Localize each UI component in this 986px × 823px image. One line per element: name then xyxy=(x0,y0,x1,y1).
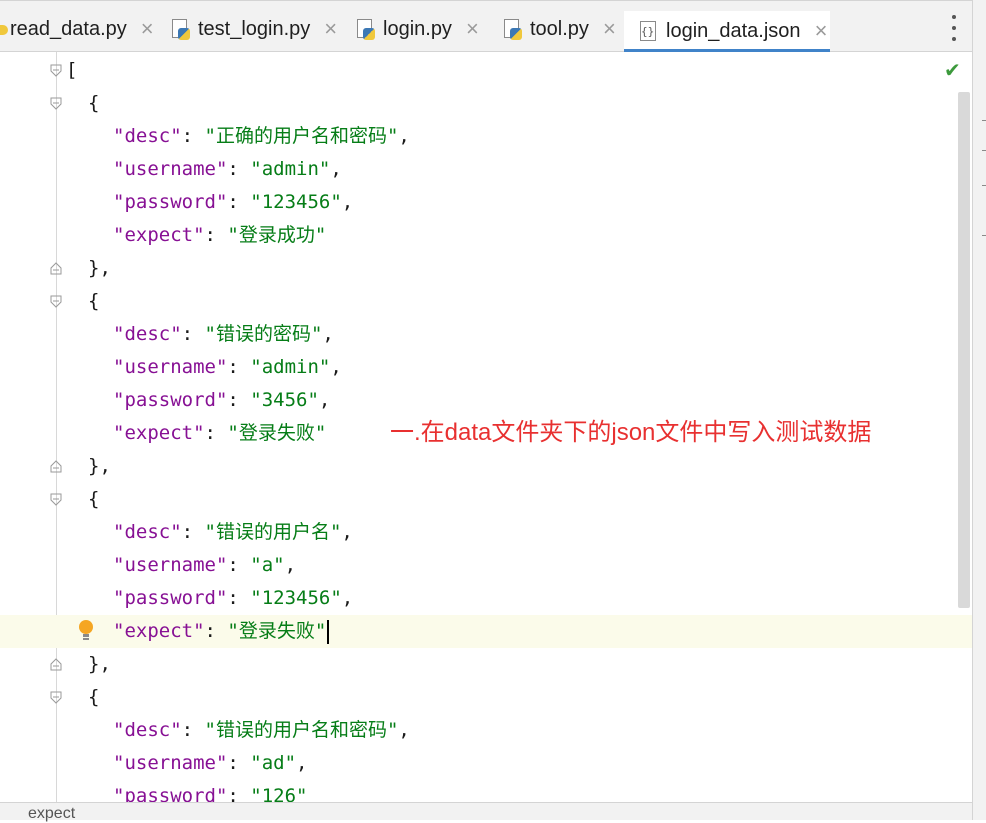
code-line: { xyxy=(0,681,972,714)
code-line: { xyxy=(0,483,972,516)
fold-close-icon[interactable] xyxy=(50,658,62,671)
code-line: "desc": "错误的用户名", xyxy=(113,521,353,543)
close-icon[interactable]: × xyxy=(141,18,154,40)
close-icon[interactable]: × xyxy=(324,18,337,40)
code-line: "expect": "登录成功" xyxy=(113,224,327,246)
code-line: }, xyxy=(0,648,972,681)
fold-open-icon[interactable] xyxy=(50,64,62,77)
code-line: { xyxy=(0,87,972,120)
fold-open-icon[interactable] xyxy=(50,493,62,506)
tab-login-data-json[interactable]: {} login_data.json × xyxy=(624,11,830,52)
close-icon[interactable]: × xyxy=(815,20,828,42)
python-file-icon xyxy=(502,18,522,40)
text-caret xyxy=(327,619,330,644)
tab-tool[interactable]: tool.py × xyxy=(502,11,616,47)
tab-read-data[interactable]: read_data.py × xyxy=(10,11,154,47)
tab-label: tool.py xyxy=(530,17,589,40)
more-options-icon[interactable] xyxy=(946,15,962,41)
code-line: "password": "123456", xyxy=(113,587,354,609)
fold-open-icon[interactable] xyxy=(50,97,62,110)
code-line: [ xyxy=(0,54,972,87)
code-line-current: "expect": "登录失败" xyxy=(0,615,972,648)
python-file-icon xyxy=(0,25,8,35)
annotation-text: 一.在data文件夹下的json文件中写入测试数据 xyxy=(390,419,872,446)
fold-open-icon[interactable] xyxy=(50,691,62,704)
right-tool-strip xyxy=(972,0,986,820)
code-line: "password": "123456", xyxy=(113,191,354,213)
tab-test-login[interactable]: test_login.py × xyxy=(170,11,337,47)
code-line: "username": "ad", xyxy=(113,752,308,774)
code-line: "username": "admin", xyxy=(113,356,342,378)
close-icon[interactable]: × xyxy=(466,18,479,40)
check-icon[interactable]: ✔ xyxy=(944,58,961,82)
tab-label: login.py xyxy=(383,17,452,40)
vertical-scrollbar[interactable] xyxy=(958,92,970,608)
code-line: "desc": "错误的用户名和密码", xyxy=(113,719,410,741)
fold-close-icon[interactable] xyxy=(50,460,62,473)
editor-tab-bar: read_data.py × test_login.py × login.py … xyxy=(0,0,972,52)
python-file-icon xyxy=(355,18,375,40)
code-line: }, xyxy=(0,450,972,483)
fold-open-icon[interactable] xyxy=(50,295,62,308)
tab-login[interactable]: login.py × xyxy=(355,11,479,47)
code-line: }, xyxy=(0,252,972,285)
fold-close-icon[interactable] xyxy=(50,262,62,275)
code-editor[interactable]: [ { "desc": "正确的用户名和密码", "username": "ad… xyxy=(0,52,972,802)
lightbulb-icon[interactable] xyxy=(78,619,94,643)
code-line: "desc": "错误的密码", xyxy=(113,323,334,345)
breadcrumb-bar: expect xyxy=(0,802,972,823)
breadcrumb[interactable]: expect xyxy=(28,805,75,823)
code-line: "username": "a", xyxy=(113,554,297,576)
python-file-icon xyxy=(170,18,190,40)
code-line: { xyxy=(0,285,972,318)
code-line: "password": "126" xyxy=(113,785,308,802)
code-line: "username": "admin", xyxy=(113,158,342,180)
tab-label: login_data.json xyxy=(666,19,801,42)
tab-label: test_login.py xyxy=(198,17,311,40)
code-line: "desc": "正确的用户名和密码", xyxy=(113,125,410,147)
tab-label: read_data.py xyxy=(10,17,127,40)
close-icon[interactable]: × xyxy=(603,18,616,40)
json-file-icon: {} xyxy=(638,20,658,42)
